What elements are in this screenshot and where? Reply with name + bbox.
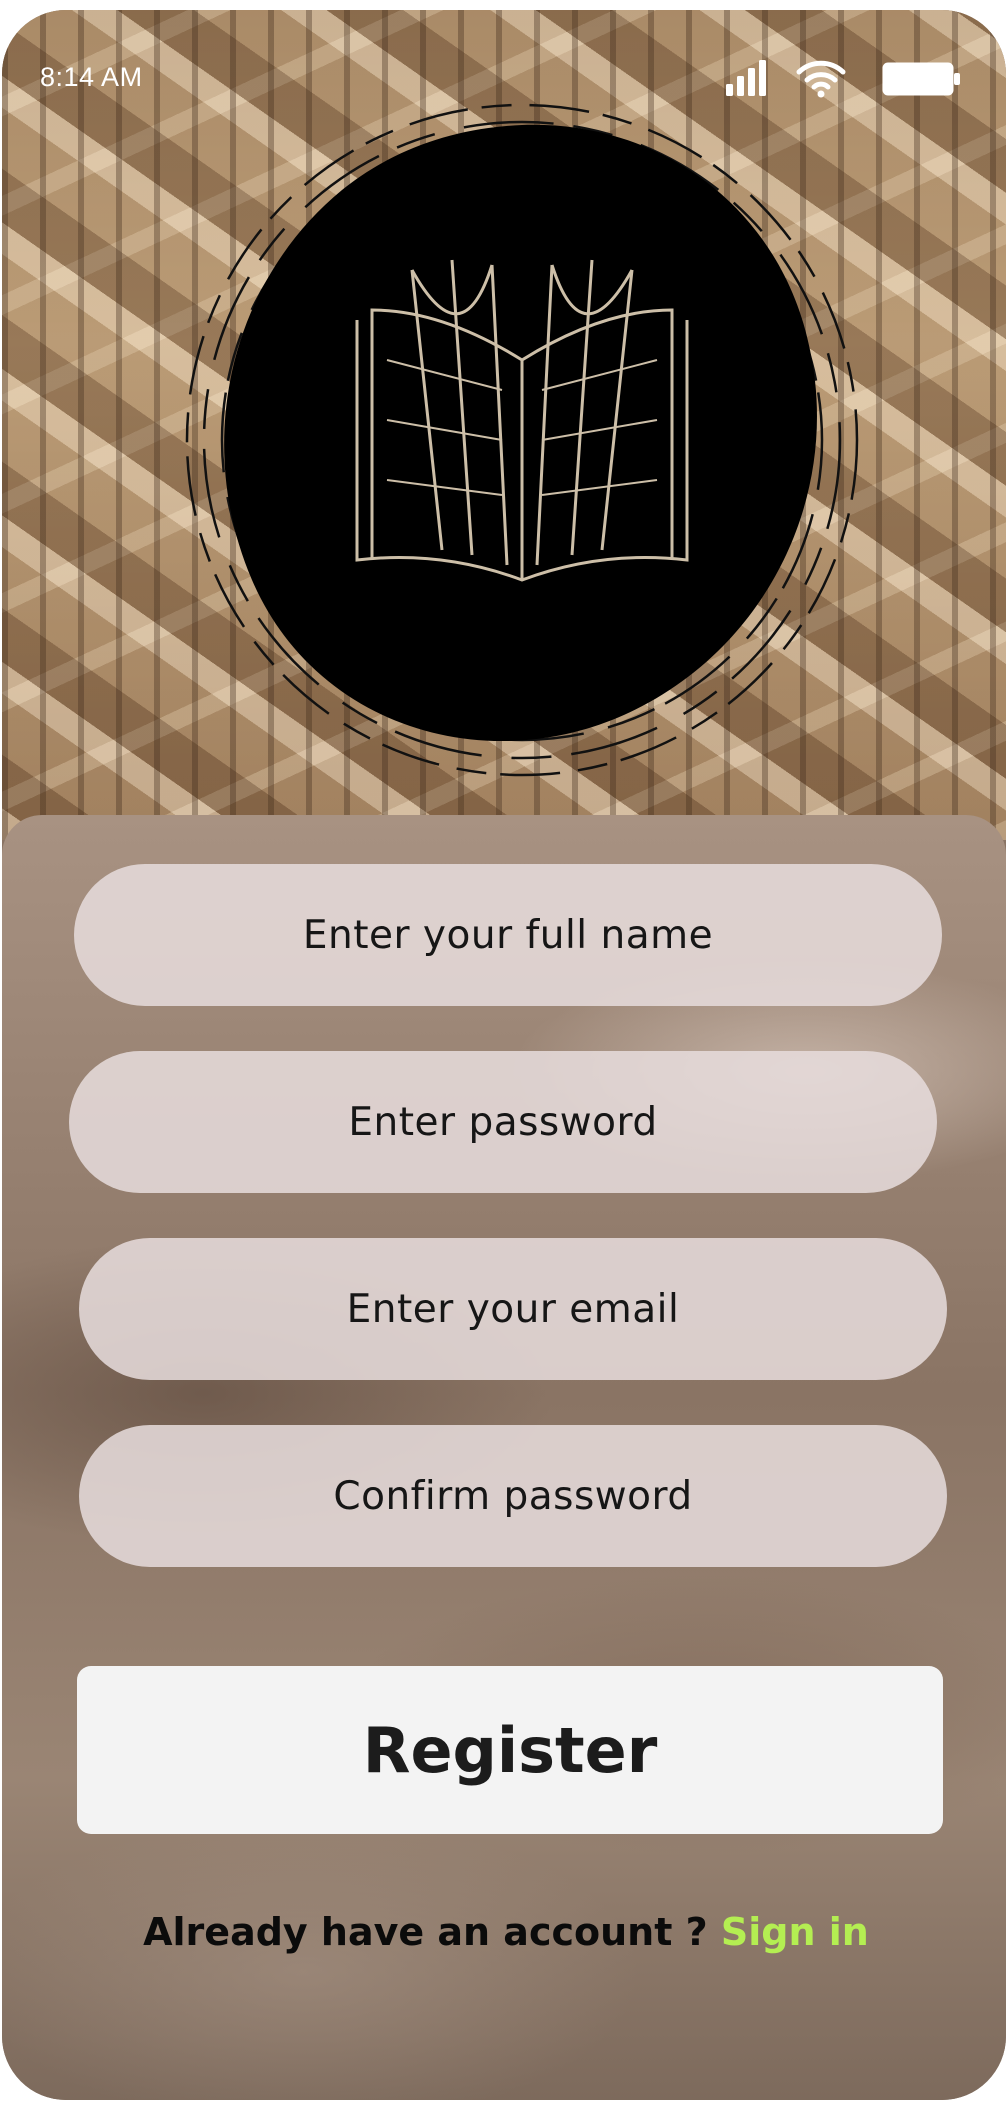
password-placeholder: Enter password xyxy=(348,1099,658,1145)
sign-in-prompt-text: Already have an account ? xyxy=(143,1910,721,1954)
full-name-placeholder: Enter your full name xyxy=(302,912,714,958)
sign-in-link[interactable]: Sign in xyxy=(721,1910,869,1954)
full-name-field[interactable]: Enter your full name xyxy=(74,864,942,1006)
password-field[interactable]: Enter password xyxy=(69,1051,937,1193)
register-button[interactable]: Register xyxy=(77,1666,943,1834)
email-placeholder: Enter your email xyxy=(346,1286,680,1332)
book-logo xyxy=(185,103,859,777)
sign-in-prompt: Already have an account ? Sign in xyxy=(2,1910,1006,1954)
phone-screen: 8:14 AM Enter your full name Enter passw… xyxy=(2,10,1006,2100)
email-field[interactable]: Enter your email xyxy=(79,1238,947,1380)
confirm-password-field[interactable]: Confirm password xyxy=(79,1425,947,1567)
status-time: 8:14 AM xyxy=(40,62,143,92)
confirm-password-placeholder: Confirm password xyxy=(333,1473,693,1519)
